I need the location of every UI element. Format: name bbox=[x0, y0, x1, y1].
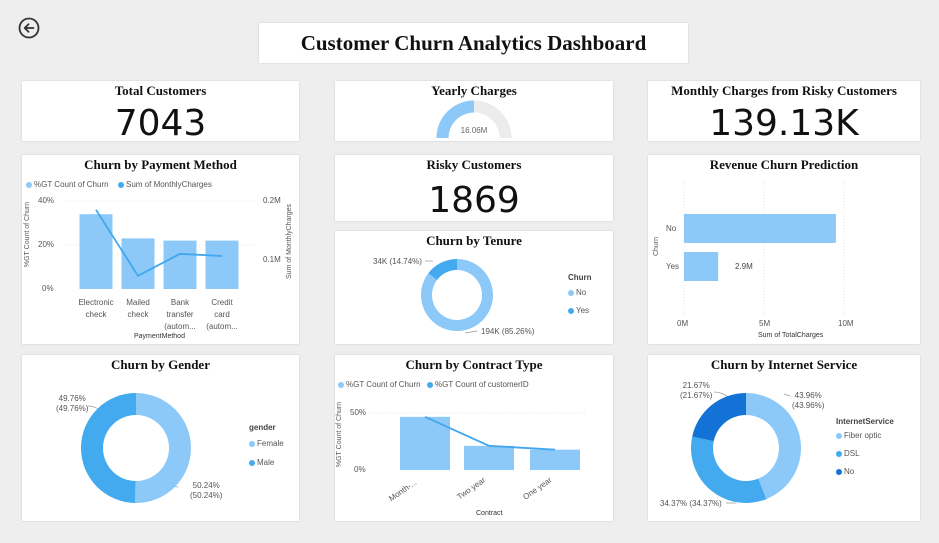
contract-bar[interactable] bbox=[464, 445, 514, 470]
payment-line[interactable] bbox=[95, 209, 223, 277]
payment-bar[interactable] bbox=[79, 214, 113, 289]
revenue-xtick-10: 10M bbox=[838, 319, 854, 328]
page-title: Customer Churn Analytics Dashboard bbox=[300, 31, 647, 55]
internet-label-fiber: 43.96% (43.96%) bbox=[792, 391, 825, 410]
payment-x-categories: Electronic check Mailed check Bank transfer… bbox=[22, 297, 299, 332]
gender-legend-female[interactable]: Female bbox=[249, 439, 284, 448]
gender-slice-female[interactable] bbox=[135, 393, 192, 503]
tenure-label-line-no bbox=[464, 330, 478, 334]
revenue-card[interactable]: Revenue Churn Prediction Churn No Yes 13… bbox=[648, 155, 920, 344]
revenue-bar[interactable] bbox=[684, 252, 719, 281]
gender-slice-male[interactable] bbox=[81, 393, 136, 503]
tenure-legend-yes[interactable]: Yes bbox=[568, 306, 589, 315]
internet-card[interactable]: Churn by Internet Service 21.67% (21.67%)… bbox=[648, 355, 920, 521]
revenue-value-label-no: 13.2M bbox=[866, 225, 889, 234]
risky-customers-title: Risky Customers bbox=[426, 157, 522, 172]
legend-dot-icon bbox=[836, 432, 842, 439]
risky-customers-card[interactable]: Risky Customers 1869 bbox=[335, 155, 613, 221]
total-customers-title: Total Customers bbox=[114, 83, 207, 98]
legend-dot-icon bbox=[249, 459, 255, 466]
legend-dot-icon bbox=[568, 289, 574, 296]
legend-dot-icon bbox=[568, 307, 574, 314]
legend-dot-icon bbox=[249, 440, 255, 447]
yearly-charges-value: 16.06M bbox=[460, 126, 488, 135]
tenure-label-yes: 34K (14.74%) bbox=[373, 257, 422, 266]
monthly-charges-risky-title: Monthly Charges from Risky Customers bbox=[671, 83, 897, 98]
tenure-legend-no[interactable]: No bbox=[568, 288, 586, 297]
internet-legend-title: InternetService bbox=[836, 417, 894, 426]
gender-card[interactable]: Churn by Gender 49.76% (49.76%) 50.24% (50… bbox=[22, 355, 299, 521]
payment-x-label: PaymentMethod bbox=[134, 333, 185, 340]
revenue-x-label: Sum of TotalCharges bbox=[758, 332, 824, 339]
internet-slice-dsl[interactable] bbox=[691, 436, 767, 503]
risky-customers-value: 1869 bbox=[428, 180, 520, 221]
yearly-charges-card[interactable]: Yearly Charges 16.06M bbox=[335, 81, 613, 141]
payment-xtick: Mailed check bbox=[126, 298, 150, 319]
contract-card[interactable]: Churn by Contract Type %GT Count of Chur… bbox=[335, 355, 613, 521]
revenue-xtick-5: 5M bbox=[759, 319, 771, 328]
back-button[interactable] bbox=[18, 17, 40, 39]
payment-xtick: Credit card (autom... bbox=[206, 298, 238, 331]
gender-legend-title: gender bbox=[249, 423, 276, 432]
payment-bar[interactable] bbox=[163, 240, 197, 289]
tenure-label-no: 194K (85.26%) bbox=[481, 327, 535, 336]
payment-bar[interactable] bbox=[205, 240, 239, 289]
internet-legend-no[interactable]: No bbox=[836, 467, 854, 476]
gender-label-male: 49.76% (49.76%) bbox=[56, 394, 89, 413]
payment-xtick: Bank transfer (autom... bbox=[164, 298, 196, 331]
payment-bar[interactable] bbox=[121, 238, 155, 289]
total-customers-value: 7043 bbox=[114, 103, 207, 144]
legend-dot-icon bbox=[836, 468, 842, 475]
revenue-bar[interactable] bbox=[684, 214, 836, 243]
payment-xtick: Electronic check bbox=[78, 298, 114, 319]
gender-legend-male[interactable]: Male bbox=[249, 458, 274, 467]
page-title-box: Customer Churn Analytics Dashboard bbox=[259, 23, 688, 63]
revenue-xtick-0: 0M bbox=[677, 319, 689, 328]
internet-legend-fiber[interactable]: Fiber optic bbox=[836, 431, 881, 440]
tenure-card[interactable]: Churn by Tenure 34K (14.74%) 194K (85.26… bbox=[335, 231, 613, 344]
internet-label-no: 21.67% (21.67%) bbox=[680, 381, 713, 400]
internet-label-line-no bbox=[713, 391, 729, 398]
revenue-value-label-yes: 2.9M bbox=[735, 262, 753, 271]
internet-label-dsl: 34.37% (34.37%) bbox=[660, 499, 722, 508]
tenure-legend-title: Churn bbox=[568, 273, 592, 282]
contract-x-label: Contract bbox=[476, 510, 503, 517]
legend-dot-icon bbox=[836, 450, 842, 457]
monthly-charges-risky-value: 139.13K bbox=[709, 103, 859, 144]
total-customers-card[interactable]: Total Customers 7043 bbox=[22, 81, 299, 144]
contract-bar[interactable] bbox=[530, 449, 580, 470]
internet-label-line-fiber bbox=[783, 393, 791, 397]
gender-label-female: 50.24% (50.24%) bbox=[190, 481, 223, 500]
payment-method-card[interactable]: Churn by Payment Method %GT Count of Chu… bbox=[22, 155, 299, 344]
internet-legend-dsl[interactable]: DSL bbox=[836, 449, 860, 458]
back-arrow-icon bbox=[18, 17, 40, 39]
monthly-charges-risky-card[interactable]: Monthly Charges from Risky Customers 139… bbox=[648, 81, 920, 144]
